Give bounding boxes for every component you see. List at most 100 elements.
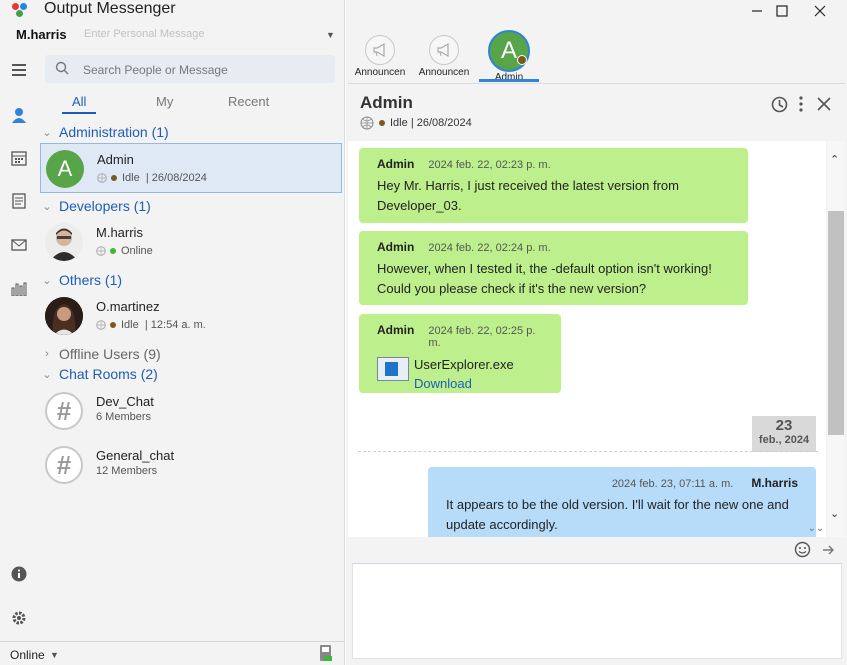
close-chat-icon[interactable] bbox=[814, 94, 834, 114]
jump-to-latest-icon[interactable]: ⌄⌄ bbox=[807, 523, 825, 537]
personal-message-dropdown-icon[interactable]: ▼ bbox=[326, 30, 335, 40]
message-text: Hey Mr. Harris, I just received the late… bbox=[377, 178, 679, 213]
room-members: 6 Members bbox=[96, 411, 152, 423]
globe-icon bbox=[96, 320, 106, 330]
chat-status: Idle | 26/08/2024 bbox=[360, 116, 472, 130]
globe-icon bbox=[96, 246, 106, 256]
megaphone-icon bbox=[365, 35, 395, 65]
room-members: 12 Members bbox=[96, 465, 158, 477]
title-bar: Output Messenger bbox=[0, 0, 345, 22]
close-window-button[interactable] bbox=[805, 0, 835, 22]
online-status-dot bbox=[110, 248, 116, 254]
hash-icon: # bbox=[45, 446, 83, 484]
pinned-label: Announcen bbox=[354, 67, 406, 78]
active-tab-underline bbox=[479, 79, 539, 82]
my-status-selector[interactable]: Online bbox=[10, 648, 45, 662]
message-list[interactable]: Admin 2024 feb. 22, 02:23 p. m. Hey Mr. H… bbox=[348, 141, 826, 537]
compose-toolbar: ⌄⌄ bbox=[348, 523, 845, 562]
idle-status-dot bbox=[517, 55, 527, 65]
avatar bbox=[45, 297, 83, 335]
my-profile-row: M.harris Enter Personal Message ▼ bbox=[0, 24, 345, 46]
mail-icon[interactable] bbox=[8, 234, 30, 256]
download-link[interactable]: Download bbox=[414, 376, 514, 391]
avatar: A bbox=[488, 30, 530, 72]
settings-gear-icon[interactable] bbox=[8, 607, 30, 629]
chevron-down-icon: ⌄ bbox=[42, 368, 52, 381]
group-others[interactable]: ⌄ Others (1) bbox=[40, 270, 122, 290]
scroll-up-icon[interactable]: ⌃ bbox=[830, 153, 839, 166]
chat-header: Admin Idle | 26/08/2024 bbox=[348, 83, 845, 141]
network-status-icon[interactable] bbox=[319, 644, 333, 662]
chevron-down-icon: ⌄ bbox=[42, 274, 52, 287]
menu-icon[interactable] bbox=[8, 59, 30, 81]
group-chat-rooms[interactable]: ⌄ Chat Rooms (2) bbox=[40, 364, 157, 384]
calendar-icon[interactable] bbox=[8, 147, 30, 169]
scroll-down-icon[interactable]: ⌄ bbox=[830, 507, 839, 520]
file-name: UserExplorer.exe bbox=[414, 357, 514, 372]
avatar: A bbox=[46, 150, 84, 188]
scroll-thumb[interactable] bbox=[828, 211, 844, 435]
chevron-right-icon: › bbox=[45, 348, 49, 360]
pinned-admin-chat[interactable]: A Admin bbox=[477, 30, 541, 83]
tab-all-underline bbox=[62, 112, 96, 114]
message-sender: M.harris bbox=[751, 476, 798, 490]
info-icon[interactable] bbox=[8, 563, 30, 585]
search-box[interactable]: Search People or Message bbox=[45, 55, 335, 83]
hash-icon: # bbox=[45, 392, 83, 430]
notes-icon[interactable] bbox=[8, 190, 30, 212]
group-administration[interactable]: ⌄ Administration (1) bbox=[40, 122, 169, 142]
megaphone-icon bbox=[429, 35, 459, 65]
status-bar: Online ▼ bbox=[0, 641, 345, 665]
chevron-down-icon: ⌄ bbox=[42, 126, 52, 139]
avatar bbox=[45, 223, 83, 261]
maximize-button[interactable] bbox=[767, 0, 797, 22]
message-text: It appears to be the old version. I'll w… bbox=[446, 497, 789, 532]
group-offline-users[interactable]: › Offline Users (9) bbox=[40, 344, 161, 364]
group-label: Offline Users (9) bbox=[59, 346, 161, 362]
message-timestamp: 2024 feb. 22, 02:23 p. m. bbox=[428, 159, 551, 171]
tab-my[interactable]: My bbox=[156, 94, 173, 109]
message-sender: Admin bbox=[377, 157, 415, 171]
pinned-label: Announcen bbox=[418, 67, 470, 78]
group-label: Administration (1) bbox=[59, 124, 169, 140]
globe-icon bbox=[97, 173, 107, 183]
group-label: Others (1) bbox=[59, 272, 123, 288]
my-username[interactable]: M.harris bbox=[16, 27, 67, 42]
message-input[interactable] bbox=[352, 563, 842, 659]
message-bubble: Admin 2024 feb. 22, 02:23 p. m. Hey Mr. H… bbox=[359, 148, 748, 223]
tab-recent[interactable]: Recent bbox=[228, 94, 269, 109]
pinned-announcement-1[interactable]: Announcen bbox=[348, 30, 412, 82]
search-icon bbox=[55, 61, 69, 75]
message-sender: Admin bbox=[377, 323, 415, 337]
chatroom-general-chat[interactable]: # General_chat 12 Members bbox=[40, 440, 342, 490]
send-arrow-icon[interactable] bbox=[822, 544, 834, 556]
file-attachment[interactable]: UserExplorer.exe Download bbox=[377, 357, 543, 391]
pinned-announcement-2[interactable]: Announcen bbox=[412, 30, 476, 82]
contact-omartinez[interactable]: O.martinez Idle | 12:54 a. m. bbox=[40, 291, 342, 341]
chatroom-dev-chat[interactable]: # Dev_Chat 6 Members bbox=[40, 386, 342, 436]
search-input[interactable]: Search People or Message bbox=[83, 63, 228, 77]
contact-name: Admin bbox=[97, 152, 134, 167]
exe-file-icon bbox=[377, 357, 409, 381]
emoji-icon[interactable] bbox=[794, 541, 811, 558]
contact-admin[interactable]: A Admin Idle | 26/08/2024 bbox=[40, 143, 342, 193]
personal-message-field[interactable]: Enter Personal Message bbox=[84, 28, 204, 40]
app-title: Output Messenger bbox=[44, 0, 176, 17]
group-developers[interactable]: ⌄ Developers (1) bbox=[40, 196, 150, 216]
chat-title: Admin bbox=[360, 93, 413, 112]
contact-name: O.martinez bbox=[96, 299, 160, 314]
status-dropdown-icon[interactable]: ▼ bbox=[50, 650, 59, 660]
message-scrollbar[interactable]: ⌃ ⌄ bbox=[827, 141, 845, 537]
chat-pane: Announcen Announcen A Admin Admin Idle |… bbox=[346, 0, 847, 665]
reports-icon[interactable] bbox=[8, 278, 30, 300]
chevron-down-icon: ⌄ bbox=[42, 200, 52, 213]
contact-status: Online bbox=[96, 245, 153, 257]
message-bubble-outgoing: 2024 feb. 23, 07:11 a. m. M.harris It app… bbox=[428, 467, 816, 537]
message-timestamp: 2024 feb. 22, 02:24 p. m. bbox=[428, 242, 551, 254]
contacts-icon[interactable] bbox=[8, 104, 30, 126]
idle-status-dot bbox=[110, 322, 116, 328]
more-options-icon[interactable] bbox=[791, 94, 811, 114]
contact-mharris[interactable]: M.harris Online bbox=[40, 217, 342, 267]
history-clock-icon[interactable] bbox=[769, 94, 789, 114]
tab-all[interactable]: All bbox=[72, 94, 86, 109]
